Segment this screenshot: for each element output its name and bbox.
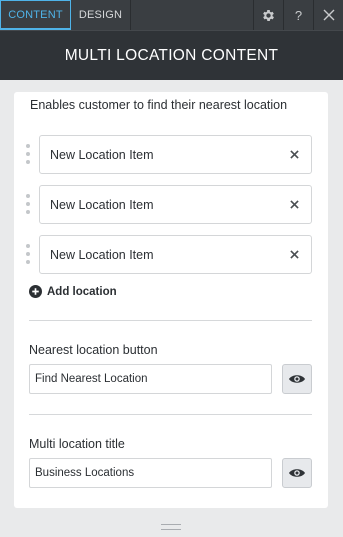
resize-grip-icon[interactable] bbox=[161, 524, 181, 530]
list-item: New Location Item bbox=[26, 135, 312, 174]
nearest-location-button-label: Nearest location button bbox=[29, 343, 158, 357]
drag-handle-icon[interactable] bbox=[26, 144, 32, 164]
panel-description: Enables customer to find their nearest l… bbox=[30, 98, 288, 112]
gear-icon bbox=[263, 9, 274, 21]
close-button[interactable] bbox=[313, 0, 343, 30]
visibility-toggle-button[interactable] bbox=[282, 364, 312, 394]
tab-content[interactable]: CONTENT bbox=[0, 0, 71, 30]
add-location-label: Add location bbox=[47, 285, 117, 298]
remove-icon[interactable] bbox=[287, 147, 301, 161]
nearest-location-button-field[interactable] bbox=[29, 364, 272, 394]
remove-icon[interactable] bbox=[287, 247, 301, 261]
location-item[interactable]: New Location Item bbox=[39, 135, 312, 174]
location-item[interactable]: New Location Item bbox=[39, 235, 312, 274]
tab-design[interactable]: DESIGN bbox=[71, 0, 131, 30]
location-item-label: New Location Item bbox=[50, 197, 154, 212]
divider bbox=[29, 320, 312, 321]
divider bbox=[29, 414, 312, 415]
settings-button[interactable] bbox=[253, 0, 283, 30]
visibility-toggle-button[interactable] bbox=[282, 458, 312, 488]
panel-header: MULTI LOCATION CONTENT bbox=[0, 30, 343, 80]
tab-bar-spacer bbox=[131, 0, 253, 30]
page-title: MULTI LOCATION CONTENT bbox=[64, 46, 279, 64]
eye-icon bbox=[289, 375, 305, 383]
close-icon bbox=[323, 9, 334, 21]
location-item-label: New Location Item bbox=[50, 147, 154, 162]
list-item: New Location Item bbox=[26, 185, 312, 224]
help-button[interactable]: ? bbox=[283, 0, 313, 30]
location-item[interactable]: New Location Item bbox=[39, 185, 312, 224]
eye-icon bbox=[289, 469, 305, 477]
multi-location-title-label: Multi location title bbox=[29, 437, 125, 451]
top-tab-bar: CONTENT DESIGN ? bbox=[0, 0, 343, 30]
help-icon: ? bbox=[294, 7, 303, 23]
drag-handle-icon[interactable] bbox=[26, 244, 32, 264]
list-item: New Location Item bbox=[26, 235, 312, 274]
content-card: Enables customer to find their nearest l… bbox=[14, 92, 328, 508]
location-item-label: New Location Item bbox=[50, 247, 154, 262]
remove-icon[interactable] bbox=[287, 197, 301, 211]
add-location-button[interactable]: Add location bbox=[29, 285, 117, 298]
drag-handle-icon[interactable] bbox=[26, 194, 32, 214]
plus-circle-icon bbox=[29, 285, 42, 298]
multi-location-title-field[interactable] bbox=[29, 458, 272, 488]
